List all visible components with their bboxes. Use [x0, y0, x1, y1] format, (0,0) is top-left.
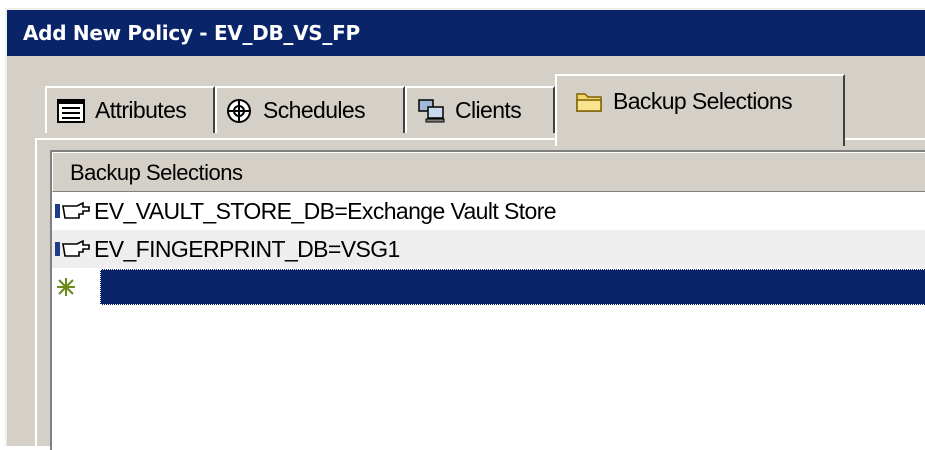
folder-icon [576, 93, 602, 112]
tab-label: Attributes [95, 97, 187, 123]
directive-pointer-icon [55, 201, 90, 219]
column-header-backup-selections[interactable]: Backup Selections [52, 152, 925, 192]
new-entry-icon [57, 278, 75, 296]
attributes-icon [57, 98, 85, 123]
selection-text: EV_FINGERPRINT_DB=VSG1 [94, 235, 400, 262]
window-title: Add New Policy - EV_DB_VS_FP [7, 10, 925, 56]
selection-text: EV_VAULT_STORE_DB=Exchange Vault Store [94, 197, 557, 224]
tab-schedules[interactable]: Schedules [215, 86, 405, 133]
tab-label: Backup Selections [613, 88, 793, 114]
backup-selections-list[interactable]: Backup Selections EV_VAULT_STORE_DB=Exch… [50, 150, 925, 450]
new-entry-row[interactable] [52, 268, 925, 306]
list-item[interactable]: EV_FINGERPRINT_DB=VSG1 [52, 230, 925, 268]
directive-pointer-icon [55, 239, 90, 257]
tab-label: Schedules [263, 97, 366, 123]
tab-strip: Attributes Schedules Clients Backup Sele… [7, 56, 925, 146]
list-item[interactable]: EV_VAULT_STORE_DB=Exchange Vault Store [52, 192, 925, 230]
clients-icon [418, 98, 445, 122]
tab-label: Clients [455, 97, 522, 123]
new-entry-field[interactable] [100, 269, 925, 305]
tab-backup-selections[interactable]: Backup Selections [555, 74, 845, 146]
tab-clients[interactable]: Clients [405, 86, 555, 133]
tab-attributes[interactable]: Attributes [45, 86, 215, 133]
schedules-icon [227, 98, 251, 123]
